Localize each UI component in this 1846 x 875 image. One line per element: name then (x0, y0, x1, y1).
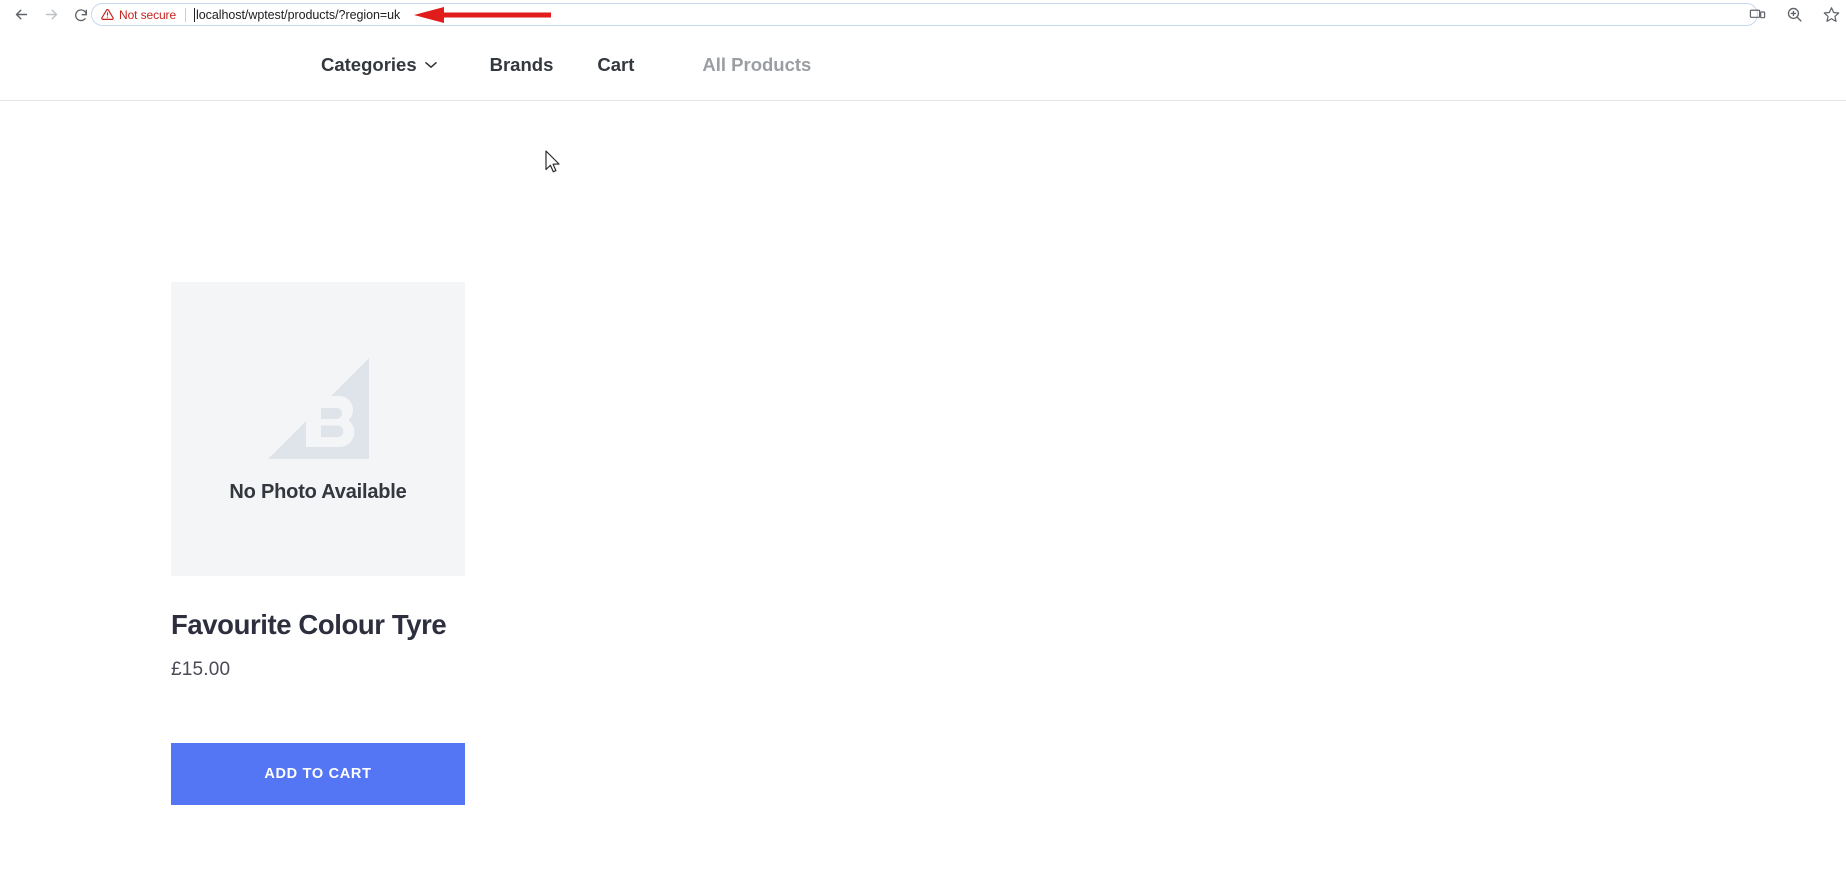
url-text[interactable]: localhost/wptest/products/?region=uk (196, 8, 400, 22)
zoom-search-icon[interactable] (1786, 6, 1803, 23)
nav-item-categories-label: Categories (321, 53, 417, 75)
no-photo-caption: No Photo Available (229, 481, 407, 503)
cast-device-icon[interactable] (1749, 6, 1766, 23)
site-navigation-bar: Categories Brands Cart All Products (0, 29, 1846, 101)
back-arrow-icon (13, 6, 30, 23)
nav-item-brands[interactable]: Brands (490, 54, 554, 76)
nav-item-categories[interactable]: Categories (321, 54, 437, 76)
product-image-placeholder[interactable]: No Photo Available (171, 282, 465, 576)
nav-item-cart-label: Cart (597, 53, 635, 75)
page-title: All Products (702, 53, 812, 75)
address-bar[interactable]: Not secure localhost/wptest/products/?re… (91, 3, 1758, 26)
bigcommerce-b-logo-icon (268, 358, 369, 459)
forward-arrow-icon (43, 6, 60, 23)
add-to-cart-button[interactable]: ADD TO CART (171, 743, 465, 805)
browser-toolbar: Not secure localhost/wptest/products/?re… (0, 0, 1846, 29)
warning-triangle-icon (101, 8, 114, 21)
url-text-caret (194, 7, 196, 22)
mouse-pointer-icon (545, 150, 560, 173)
toolbar-right-icons (1749, 0, 1840, 29)
nav-item-cart[interactable]: Cart (597, 54, 634, 76)
back-button[interactable] (6, 0, 36, 29)
nav-item-brands-label: Brands (489, 53, 554, 75)
reload-icon (73, 7, 89, 23)
omnibox-divider (185, 7, 187, 22)
page-viewport: Categories Brands Cart All Products No P… (0, 29, 1846, 875)
product-price: £15.00 (171, 659, 231, 680)
security-status-label: Not secure (119, 7, 177, 22)
product-card: No Photo Available Favourite Colour Tyre… (171, 282, 465, 805)
chevron-down-icon (424, 61, 437, 69)
browser-nav-buttons (0, 0, 96, 29)
forward-button[interactable] (36, 0, 66, 29)
nav-menu: Categories Brands Cart All Products (321, 54, 811, 76)
product-title[interactable]: Favourite Colour Tyre (171, 609, 465, 641)
bookmark-star-icon[interactable] (1823, 6, 1840, 23)
